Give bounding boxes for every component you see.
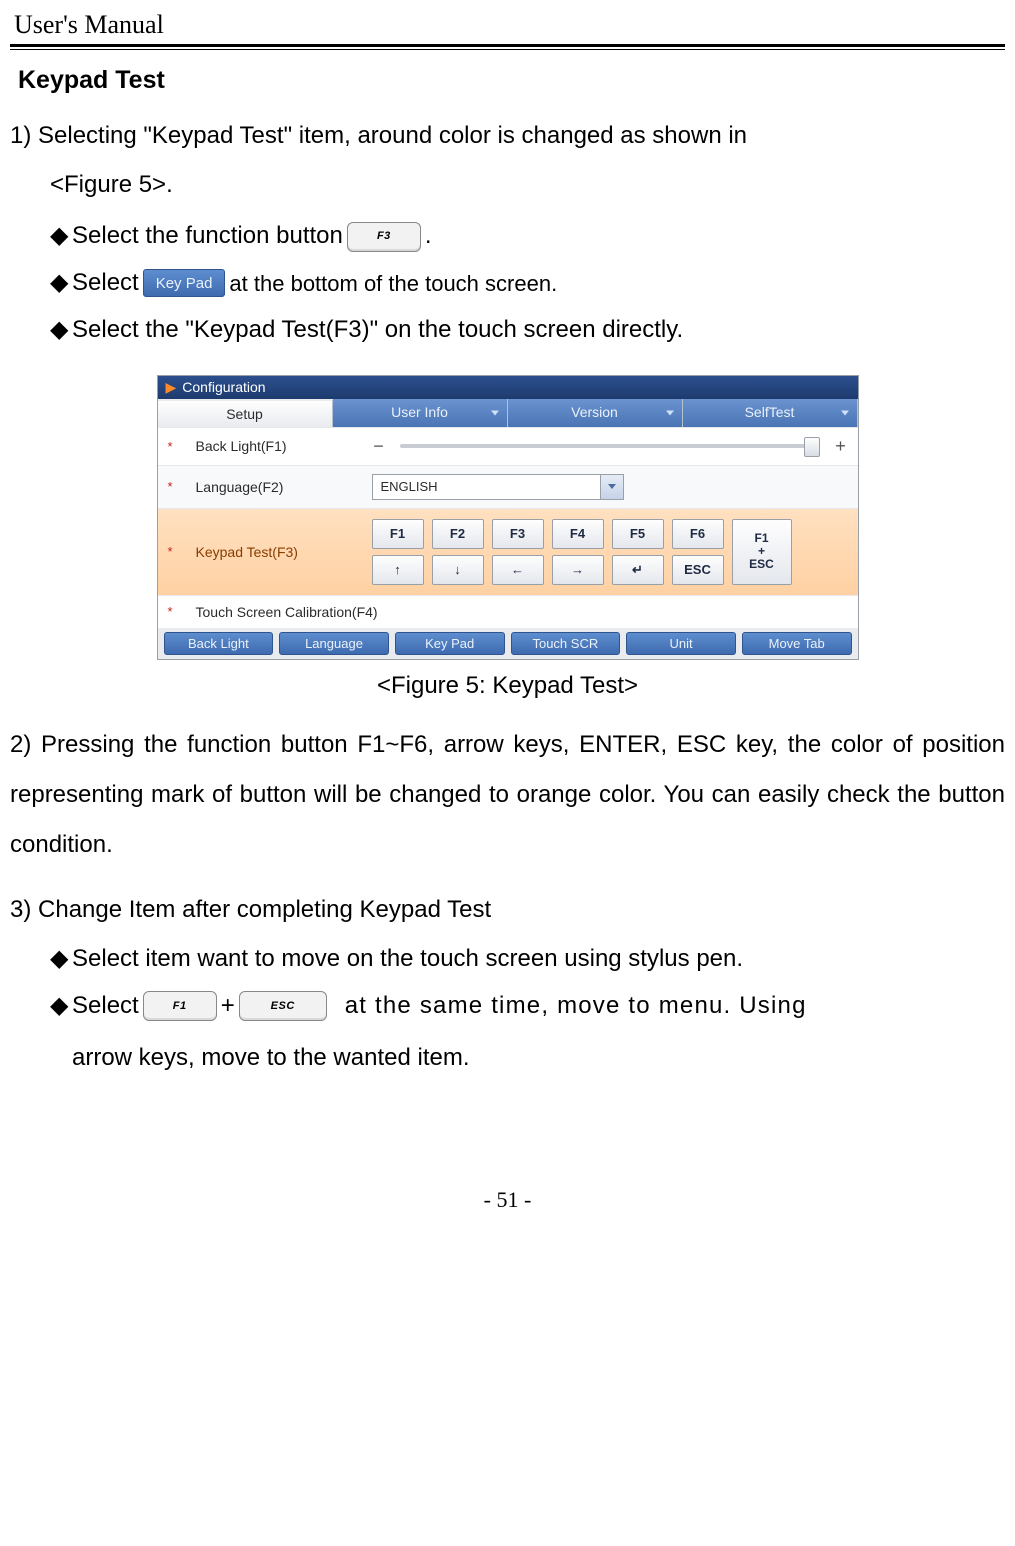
- key-esc[interactable]: ESC: [672, 555, 724, 585]
- chevron-down-icon: [491, 410, 499, 415]
- page-footer: - 51 -: [10, 1187, 1005, 1213]
- row-backlight-label: Back Light(F1): [196, 438, 362, 454]
- doc-header: User's Manual: [14, 10, 1005, 40]
- slider-track[interactable]: [400, 444, 820, 448]
- bullet-1-text-b: .: [425, 216, 432, 257]
- row-language[interactable]: * Language(F2) ENGLISH: [158, 465, 858, 508]
- tab-setup[interactable]: Setup: [158, 399, 333, 427]
- tab-version[interactable]: Version: [508, 399, 683, 427]
- bullet-icon: ◆: [50, 986, 68, 1027]
- header-rule: [10, 44, 1005, 50]
- chevron-down-icon: [666, 410, 674, 415]
- figure-5: ▶ Configuration Setup User Info Version S…: [10, 375, 1005, 700]
- key-f4[interactable]: F4: [552, 519, 604, 549]
- combo-dropdown-button[interactable]: [600, 475, 623, 499]
- esc-key-icon: ESC: [239, 991, 327, 1021]
- row-keypad-label: Keypad Test(F3): [196, 544, 362, 560]
- key-right[interactable]: →: [552, 555, 604, 585]
- row-touch-label: Touch Screen Calibration(F4): [196, 604, 378, 620]
- chevron-down-icon: [608, 484, 616, 489]
- bullet-icon: ◆: [50, 310, 68, 351]
- minus-icon: −: [372, 436, 386, 457]
- step-1-line-b: <Figure 5>.: [10, 171, 1005, 200]
- row-keypad-test[interactable]: * Keypad Test(F3) F1 F2 F3 F4 F5 F6 F1+E…: [158, 508, 858, 595]
- key-f6[interactable]: F6: [672, 519, 724, 549]
- key-down[interactable]: ↓: [432, 555, 484, 585]
- step3-b2-text-b: at the same time, move to menu. Using: [345, 986, 1005, 1027]
- section-title: Keypad Test: [18, 66, 1005, 95]
- config-title: Configuration: [182, 379, 265, 395]
- f1-key-icon: F1: [143, 991, 217, 1021]
- softbtn-keypad[interactable]: Key Pad: [395, 632, 505, 655]
- star-icon: *: [168, 439, 186, 454]
- bullet-icon: ◆: [50, 939, 68, 980]
- star-icon: *: [168, 479, 186, 494]
- softbtn-movetab[interactable]: Move Tab: [742, 632, 852, 655]
- bullet-1: ◆ Select the function button F3 .: [10, 216, 1005, 257]
- device-screen: ▶ Configuration Setup User Info Version S…: [157, 375, 859, 660]
- tab-row: Setup User Info Version SelfTest: [158, 399, 858, 427]
- plus-icon: +: [834, 436, 848, 457]
- step3-b2-text-c: arrow keys, move to the wanted item.: [10, 1039, 1005, 1077]
- step-3: 3) Change Item after completing Keypad T…: [10, 891, 1005, 929]
- f3-key-icon: F3: [347, 222, 421, 252]
- key-f1[interactable]: F1: [372, 519, 424, 549]
- step3-b2-text-a: Select: [72, 986, 139, 1027]
- row-backlight[interactable]: * Back Light(F1) − +: [158, 427, 858, 465]
- step3-bullet-2: ◆ Select F1 + ESC at the same time, move…: [10, 986, 1005, 1027]
- softbtn-unit[interactable]: Unit: [626, 632, 736, 655]
- keypad-softbutton-icon: Key Pad: [143, 269, 226, 297]
- key-up[interactable]: ↑: [372, 555, 424, 585]
- row-touch-calibration[interactable]: * Touch Screen Calibration(F4): [158, 595, 858, 628]
- tab-user-info[interactable]: User Info: [333, 399, 508, 427]
- backlight-slider[interactable]: − +: [372, 436, 848, 457]
- tab-selftest[interactable]: SelfTest: [683, 399, 858, 427]
- bullet-icon: ◆: [50, 263, 68, 304]
- row-language-label: Language(F2): [196, 479, 362, 495]
- step-1-line-a: 1) Selecting "Keypad Test" item, around …: [10, 111, 1005, 161]
- bullet-3-text: Select the "Keypad Test(F3)" on the touc…: [72, 310, 683, 351]
- chevron-down-icon: [841, 410, 849, 415]
- step3-bullet-1: ◆ Select item want to move on the touch …: [10, 939, 1005, 980]
- keypad-grid: F1 F2 F3 F4 F5 F6 F1+ESC ↑ ↓ ← → ↵ ESC: [372, 517, 848, 587]
- config-titlebar: ▶ Configuration: [158, 376, 858, 399]
- star-icon: *: [168, 544, 186, 559]
- softbtn-backlight[interactable]: Back Light: [164, 632, 274, 655]
- key-enter[interactable]: ↵: [612, 555, 664, 585]
- softbtn-language[interactable]: Language: [279, 632, 389, 655]
- slider-thumb[interactable]: [804, 437, 820, 457]
- language-combo[interactable]: ENGLISH: [372, 474, 624, 500]
- plus-text: +: [221, 986, 235, 1027]
- bullet-3: ◆ Select the "Keypad Test(F3)" on the to…: [10, 310, 1005, 351]
- key-f2[interactable]: F2: [432, 519, 484, 549]
- figure-caption: <Figure 5: Keypad Test>: [377, 672, 638, 700]
- step3-b1-text: Select item want to move on the touch sc…: [72, 939, 743, 980]
- key-f5[interactable]: F5: [612, 519, 664, 549]
- softbtn-touchscr[interactable]: Touch SCR: [511, 632, 621, 655]
- bullet-2-text-b: at the bottom of the touch screen.: [229, 265, 557, 302]
- language-value: ENGLISH: [373, 479, 600, 494]
- key-left[interactable]: ←: [492, 555, 544, 585]
- bullet-1-text-a: Select the function button: [72, 216, 343, 257]
- bottom-bar: Back Light Language Key Pad Touch SCR Un…: [158, 628, 858, 659]
- key-f1-plus-esc[interactable]: F1+ESC: [732, 519, 792, 585]
- step-2: 2) Pressing the function button F1~F6, a…: [10, 720, 1005, 871]
- bullet-2: ◆ Select Key Pad at the bottom of the to…: [10, 263, 1005, 304]
- bullet-icon: ◆: [50, 216, 68, 257]
- key-f3[interactable]: F3: [492, 519, 544, 549]
- star-icon: *: [168, 604, 186, 619]
- bullet-2-text-a: Select: [72, 263, 139, 304]
- titlebar-arrow-icon: ▶: [166, 379, 177, 395]
